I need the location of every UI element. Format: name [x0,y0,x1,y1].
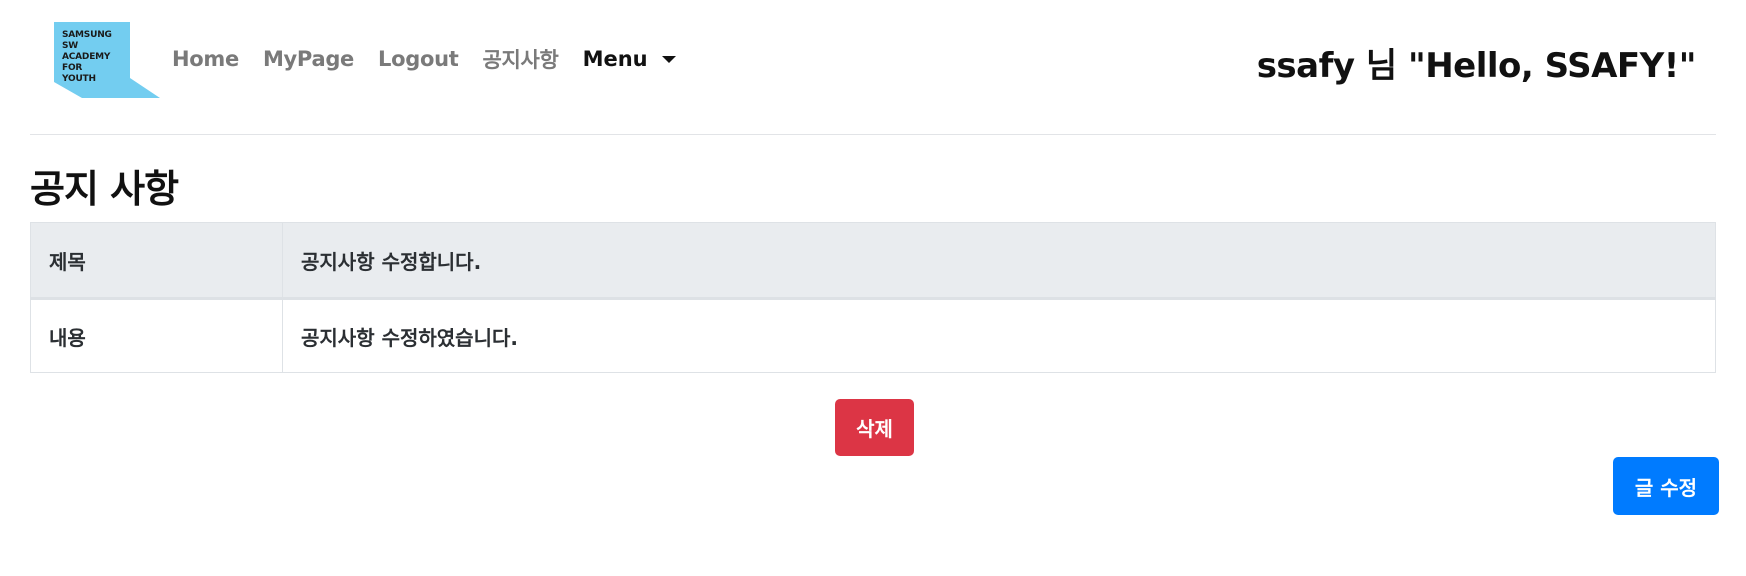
table-row-title: 제목 공지사항 수정합니다. [30,222,1716,300]
page-title: 공지 사항 [30,167,179,211]
navbar: SAMSUNG SW ACADEMY FOR YOUTH Home MyPage… [0,0,1746,110]
logo-line: ACADEMY [62,52,111,62]
logo-line: YOUTH [62,74,96,84]
menu-dropdown-toggle[interactable]: Menu [583,47,676,71]
ssafy-logo[interactable]: SAMSUNG SW ACADEMY FOR YOUTH [54,22,164,98]
nav-links: Home MyPage Logout 공지사항 Menu [172,44,676,74]
nav-link-notice[interactable]: 공지사항 [482,44,558,74]
table-row-content: 내용 공지사항 수정하였습니다. [30,298,1716,373]
notice-detail-table: 제목 공지사항 수정합니다. 내용 공지사항 수정하였습니다. [30,222,1716,373]
caret-down-icon [661,55,676,63]
edit-post-button[interactable]: 글 수정 [1613,457,1719,515]
content-value: 공지사항 수정하였습니다. [282,298,1716,373]
nav-link-logout[interactable]: Logout [378,47,459,71]
user-greeting: ssafy 님 "Hello, SSAFY!" [1256,46,1697,86]
logo-line: FOR [62,63,83,73]
logo-line: SW [62,41,79,51]
logo-text: SAMSUNG SW ACADEMY FOR YOUTH [62,30,112,85]
nav-link-home[interactable]: Home [172,47,239,71]
menu-dropdown-label: Menu [582,47,648,71]
title-label: 제목 [30,222,283,300]
title-value: 공지사항 수정합니다. [282,222,1716,300]
content-label: 내용 [30,298,283,373]
delete-button[interactable]: 삭제 [835,399,914,456]
header-divider [30,134,1716,135]
logo-line: SAMSUNG [62,30,112,40]
nav-link-mypage[interactable]: MyPage [263,47,354,71]
